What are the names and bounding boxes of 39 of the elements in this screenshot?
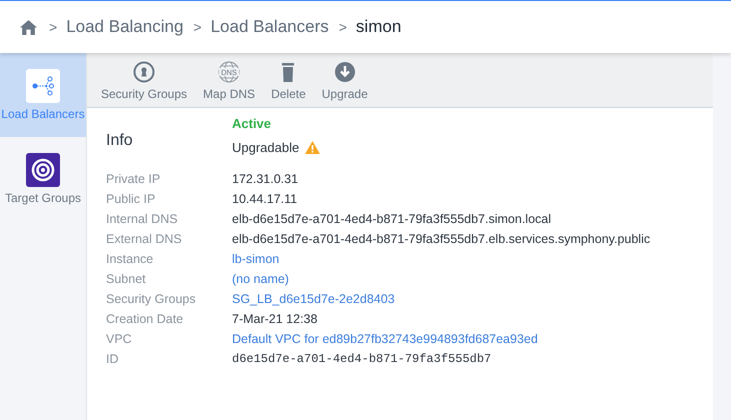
toolbar-button[interactable]: Security Groups: [95, 53, 194, 107]
field-label: Instance: [106, 252, 154, 266]
sidebar-item[interactable]: Target Groups: [0, 137, 86, 221]
field-value: 10.44.17.11: [232, 192, 298, 206]
field-value: d6e15d7e-a701-4ed4-b871-79fa3f555db7: [232, 352, 492, 366]
field-label: VPC: [106, 332, 133, 346]
breadcrumb-separator: >: [338, 19, 347, 35]
field-label: ID: [106, 352, 120, 366]
value-link[interactable]: Default VPC for ed89b27fb32743e994893fd687ea93ed: [232, 332, 538, 346]
toolbar-button[interactable]: Upgrade: [316, 53, 374, 107]
field-value: elb-d6e15d7e-a701-4ed4-b871-79fa3f555db7.simon.local: [232, 212, 551, 226]
field-label: Subnet: [106, 272, 147, 286]
field-label: Private IP: [106, 172, 162, 186]
breadcrumb-link[interactable]: Load Balancers: [210, 17, 329, 37]
network-node-icon: [26, 69, 60, 103]
breadcrumb-link[interactable]: Load Balancing: [66, 17, 184, 37]
toolbar-button[interactable]: Delete: [265, 53, 312, 107]
field-label: External DNS: [106, 232, 183, 246]
field-label: Internal DNS: [106, 212, 179, 226]
value-link[interactable]: SG_LB_d6e15d7e-2e2d8403: [232, 292, 395, 306]
upgrade-status-text: Upgradable: [232, 140, 300, 155]
value-link[interactable]: lb-simon: [232, 252, 280, 266]
field-value: elb-d6e15d7e-a701-4ed4-b871-79fa3f555db7.elb.services.symphony.public: [232, 232, 650, 246]
field-value: 7-Mar-21 12:38: [232, 312, 318, 326]
sidebar-item[interactable]: Load Balancers: [0, 53, 86, 137]
field-label: Public IP: [106, 192, 156, 206]
field-label: Creation Date: [106, 312, 184, 326]
field-value: 172.31.0.31: [232, 172, 298, 186]
breadcrumb-separator: >: [49, 19, 58, 35]
target-icon: [26, 153, 60, 187]
section-title: Info: [106, 132, 134, 151]
status-text: Active: [232, 116, 272, 131]
breadcrumb-separator: >: [193, 19, 202, 35]
download-icon: [334, 61, 356, 83]
field-label: Security Groups: [106, 292, 197, 306]
warning-icon: [305, 141, 320, 154]
value-link[interactable]: (no name): [232, 272, 289, 286]
keyhole-icon: [133, 61, 156, 83]
home-icon[interactable]: [20, 20, 37, 34]
